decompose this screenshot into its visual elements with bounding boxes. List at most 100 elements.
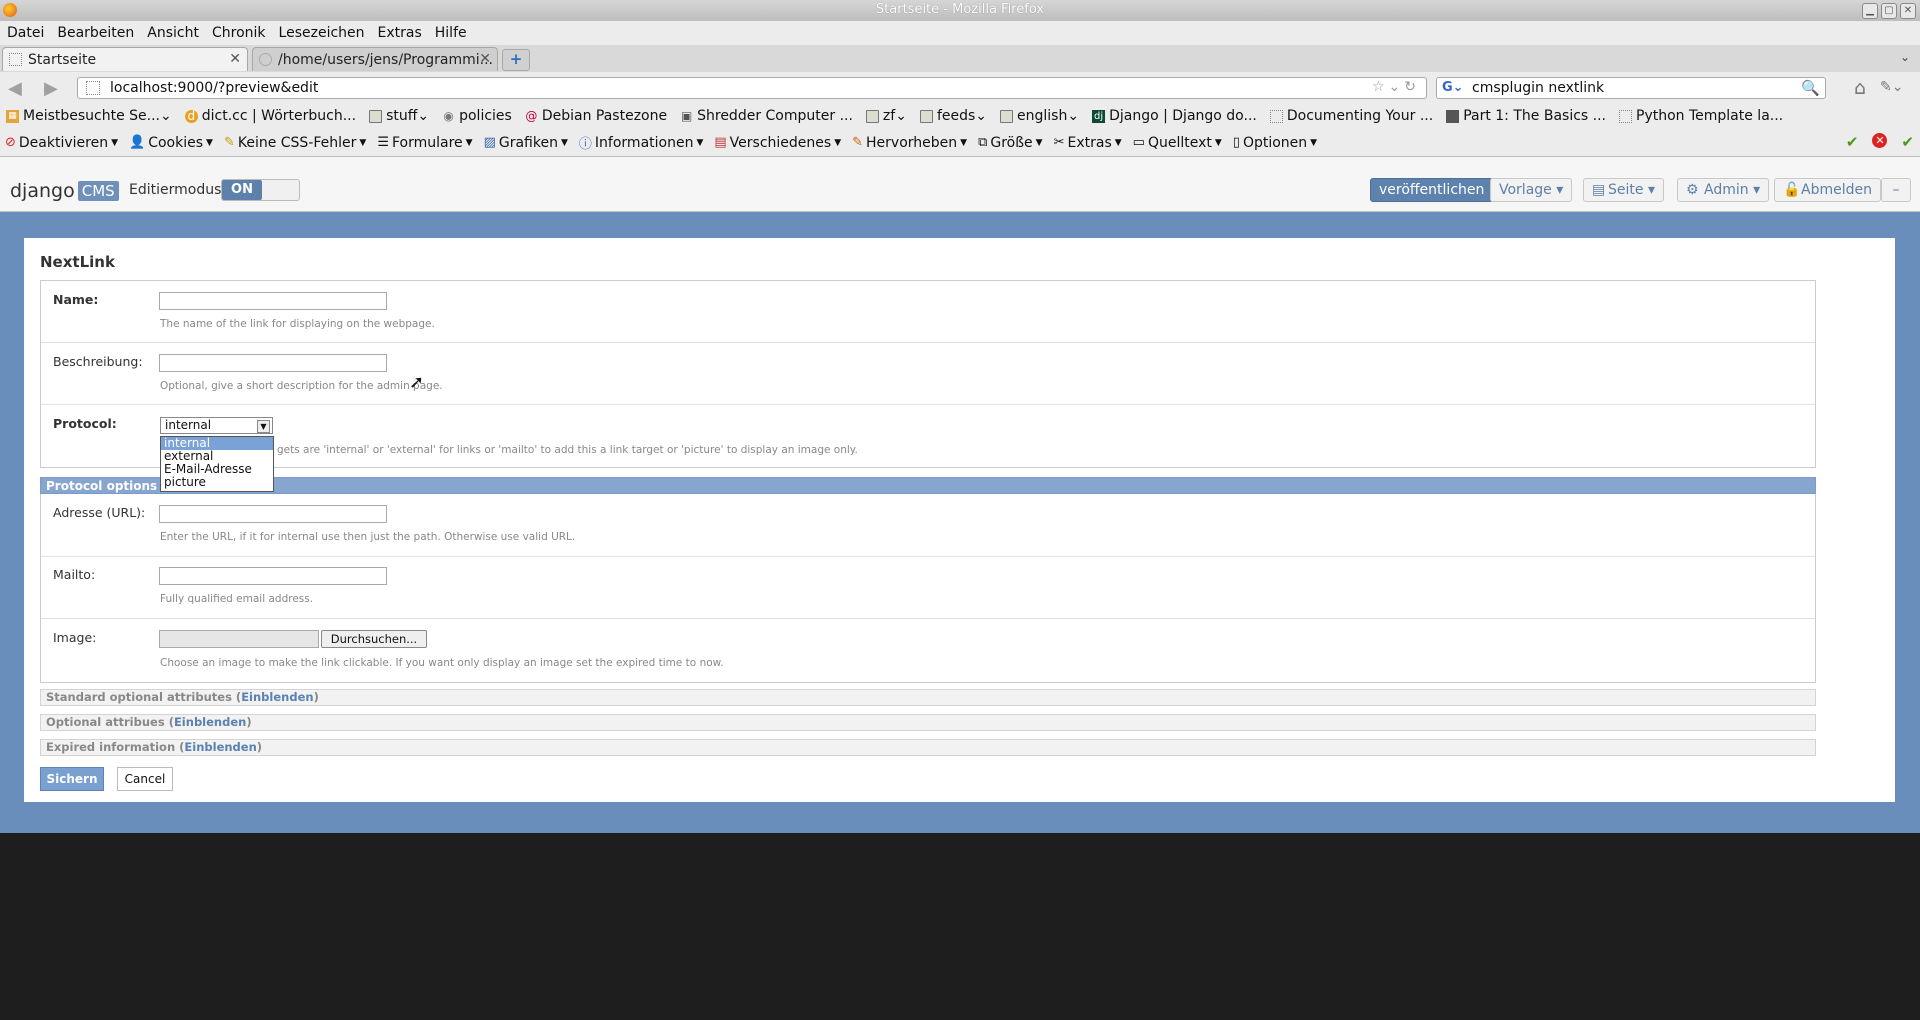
- expand-link[interactable]: Einblenden: [174, 715, 246, 729]
- mailto-input[interactable]: [159, 567, 387, 585]
- page-icon: ▤: [1592, 182, 1606, 198]
- browse-button[interactable]: Durchsuchen...: [321, 630, 427, 648]
- django-icon: dj: [1092, 109, 1106, 123]
- search-bar[interactable]: G⌄ cmsplugin nextlink 🔍: [1436, 77, 1826, 99]
- bookmark-folder[interactable]: feeds ⌄: [914, 108, 994, 124]
- protocol-options-title: Protocol options: [46, 479, 158, 493]
- protocol-option[interactable]: picture: [161, 476, 273, 489]
- tab-home-path[interactable]: /home/users/jens/Programmi... ✕: [252, 47, 498, 71]
- bookmark-folder[interactable]: zf ⌄: [860, 108, 914, 124]
- description-input[interactable]: [159, 354, 387, 372]
- new-tab-button[interactable]: +: [502, 49, 530, 71]
- menu-bar: Datei Bearbeiten Ansicht Chronik Lesezei…: [0, 21, 1920, 45]
- error-icon[interactable]: ✕: [1872, 133, 1888, 148]
- logout-button[interactable]: 🔓 Abmelden: [1774, 178, 1881, 202]
- django-cms-logo[interactable]: django CMS: [10, 180, 119, 202]
- protocol-select[interactable]: internal ▼: [160, 417, 273, 434]
- bookmark-item[interactable]: ▣ Shredder Computer ...: [674, 108, 860, 124]
- edit-mode-toggle[interactable]: ON: [221, 179, 300, 201]
- url-bar[interactable]: localhost:9000/?preview&edit ☆⌄↻: [77, 77, 1427, 99]
- tab-label: /home/users/jens/Programmi...: [278, 51, 494, 68]
- close-window-icon[interactable]: ✕: [1900, 3, 1916, 19]
- bookmark-star-icon[interactable]: ☆⌄↻: [1372, 79, 1420, 95]
- home-icon[interactable]: ⌂: [1854, 77, 1866, 99]
- minimize-window-icon[interactable]: ▁: [1862, 3, 1878, 19]
- page-icon: [1269, 109, 1283, 123]
- bookmark-item[interactable]: ◉ policies: [436, 108, 519, 124]
- menu-chronik[interactable]: Chronik: [205, 25, 272, 41]
- admin-menu-button[interactable]: ⚙ Admin ▾: [1677, 178, 1770, 202]
- maximize-window-icon[interactable]: ▢: [1881, 3, 1897, 19]
- page-menu-button[interactable]: ▤ Seite ▾: [1583, 178, 1664, 202]
- wd-verschiedenes[interactable]: ▤ Verschiedenes ▼: [709, 135, 847, 151]
- forward-arrow-icon[interactable]: ▶: [44, 78, 58, 99]
- save-button[interactable]: Sichern: [40, 767, 104, 791]
- menu-datei[interactable]: Datei: [0, 25, 50, 41]
- bookmark-item[interactable]: dj Django | Django do...: [1086, 108, 1264, 124]
- bookmark-item[interactable]: @ Debian Pastezone: [519, 108, 674, 124]
- menu-bearbeiten[interactable]: Bearbeiten: [50, 25, 140, 41]
- site-identity-icon: [86, 81, 100, 95]
- bookmark-item[interactable]: d dict.cc | Wörterbuch...: [179, 108, 363, 124]
- lock-icon: 🔓: [1783, 182, 1801, 198]
- name-label: Name:: [53, 292, 99, 307]
- back-arrow-icon[interactable]: ◀: [8, 78, 22, 99]
- bookmark-folder[interactable]: stuff ⌄: [363, 108, 436, 124]
- collapsible-expired-information[interactable]: Expired information (Einblenden): [40, 739, 1816, 756]
- section-title: Standard optional attributes: [46, 690, 232, 704]
- menu-extras[interactable]: Extras: [371, 25, 428, 41]
- expand-link[interactable]: Einblenden: [241, 690, 313, 704]
- menu-lesezeichen[interactable]: Lesezeichen: [272, 25, 371, 41]
- wd-optionen[interactable]: ▯ Optionen ▼: [1228, 135, 1323, 151]
- bookmark-item[interactable]: Documenting Your ...: [1264, 108, 1440, 124]
- image-help: Choose an image to make the link clickab…: [160, 657, 724, 669]
- addon-icon[interactable]: ✎⌄: [1880, 79, 1903, 95]
- wd-grafiken[interactable]: ▨ Grafiken ▼: [479, 135, 574, 151]
- close-tab-icon[interactable]: ✕: [229, 51, 241, 67]
- toolbox-icon: ▤: [714, 135, 727, 150]
- wd-deaktivieren[interactable]: ⊘ Deaktivieren ▼: [0, 135, 124, 151]
- wd-hervorheben[interactable]: ✎ Hervorheben ▼: [847, 135, 973, 151]
- bookmark-folder[interactable]: english ⌄: [994, 108, 1086, 124]
- bookmark-item[interactable]: Python Template la...: [1613, 108, 1790, 124]
- edit-mode-label: Editiermodus: [129, 182, 222, 198]
- expand-link[interactable]: Einblenden: [184, 740, 256, 754]
- row-divider: [41, 404, 1815, 405]
- highlighter-icon: ✎: [852, 135, 864, 150]
- menu-hilfe[interactable]: Hilfe: [428, 25, 473, 41]
- minimize-toolbar-button[interactable]: –: [1881, 178, 1911, 202]
- wd-quelltext[interactable]: ▭ Quelltext ▼: [1128, 135, 1228, 151]
- image-file-input[interactable]: [159, 630, 319, 648]
- valid-check-icon[interactable]: ✔: [1846, 133, 1859, 151]
- url-help: Enter the URL, if it for internal use th…: [160, 531, 576, 543]
- dictcc-icon: d: [184, 109, 198, 123]
- wd-css[interactable]: ✎ Keine CSS-Fehler ▼: [219, 135, 372, 151]
- resize-icon: ⧉: [978, 135, 988, 150]
- bookmark-item[interactable]: ▦ Meistbesuchte Se... ⌄: [0, 108, 179, 124]
- wd-extras[interactable]: ✂ Extras ▼: [1049, 135, 1128, 151]
- wd-cookies[interactable]: 👤 Cookies ▼: [124, 135, 219, 151]
- tab-list-chevron-icon[interactable]: ⌄: [1900, 50, 1910, 64]
- wd-informationen[interactable]: ⓘ Informationen ▼: [574, 133, 709, 153]
- url-input[interactable]: [159, 505, 387, 523]
- tools-icon: ✂: [1053, 135, 1065, 150]
- folder-icon: [369, 109, 383, 123]
- name-input[interactable]: [159, 292, 387, 310]
- template-menu-button[interactable]: Vorlage ▾: [1490, 178, 1573, 202]
- protocol-options-header: Protocol options: [40, 477, 1816, 494]
- wd-formulare[interactable]: ☰ Formulare ▼: [372, 135, 478, 151]
- cancel-button[interactable]: Cancel: [117, 767, 173, 791]
- web-developer-toolbar: ⊘ Deaktivieren ▼ 👤 Cookies ▼ ✎ Keine CSS-Fehl…: [0, 129, 1920, 157]
- search-icon[interactable]: 🔍: [1801, 79, 1820, 97]
- bookmark-item[interactable]: Part 1: The Basics ...: [1440, 108, 1613, 124]
- debian-icon: @: [525, 108, 538, 123]
- collapsible-standard-attributes[interactable]: Standard optional attributes (Einblenden…: [40, 689, 1816, 706]
- valid-check-icon[interactable]: ✔: [1901, 133, 1914, 151]
- wd-groesse[interactable]: ⧉ Größe ▼: [973, 135, 1049, 151]
- google-search-engine-icon[interactable]: G⌄: [1442, 81, 1464, 95]
- collapsible-optional-attributes[interactable]: Optional attribues (Einblenden): [40, 714, 1816, 731]
- tab-startseite[interactable]: Startseite ✕: [2, 47, 248, 71]
- close-tab-icon[interactable]: ✕: [479, 51, 491, 67]
- publish-button[interactable]: veröffentlichen: [1370, 178, 1494, 202]
- menu-ansicht[interactable]: Ansicht: [140, 25, 205, 41]
